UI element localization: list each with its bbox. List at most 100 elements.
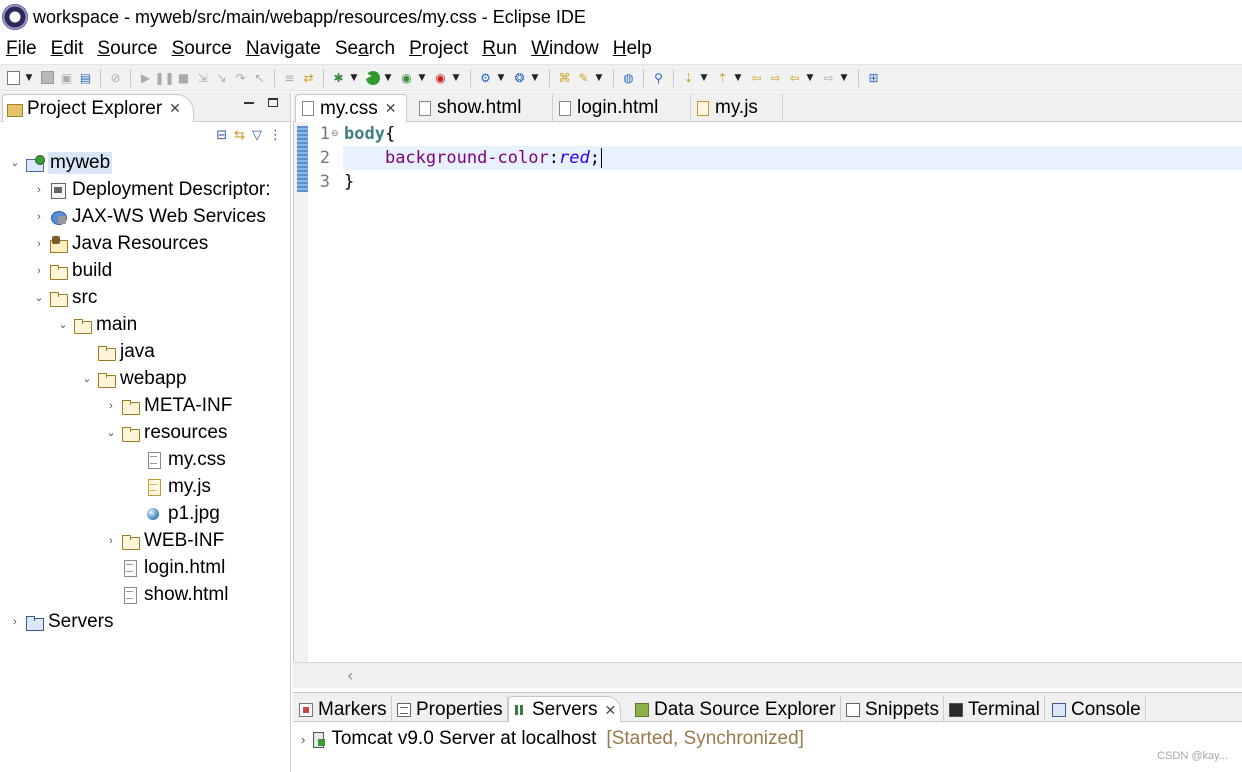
close-icon[interactable]: ✕ [385,100,397,117]
tree-item-src[interactable]: ⌄ src [0,284,290,311]
forward-dropdown-icon[interactable]: ▼ [838,69,850,86]
terminate-icon[interactable]: ■ [175,69,192,86]
chevron-down-icon[interactable]: ⌄ [8,156,22,170]
tree-item-myweb[interactable]: ⌄ myweb [0,149,290,176]
tree-item-jax-ws[interactable]: › JAX-WS Web Services [0,203,290,230]
suspend-icon[interactable]: ❚❚ [154,69,174,86]
previous-annotation-dropdown-icon[interactable]: ▼ [732,69,744,86]
step-return-icon[interactable]: ↖ [251,69,268,86]
step-into-icon[interactable]: ↘ [213,69,230,86]
fold-icon[interactable]: ⊖ [331,122,339,146]
run-dropdown-icon[interactable]: ▼ [382,69,394,86]
menu-project[interactable]: Project [409,38,468,60]
tab-project-explorer[interactable]: Project Explorer ✕ [2,94,194,122]
tab-snippets[interactable]: Snippets [842,696,944,723]
tree-item-web-inf[interactable]: › WEB-INF [0,527,290,554]
menu-window[interactable]: Window [531,38,599,60]
chevron-right-icon[interactable]: › [32,264,46,278]
next-annotation-dropdown-icon[interactable]: ▼ [698,69,710,86]
run-icon[interactable]: ▶ [365,70,380,85]
tree-item-main[interactable]: ⌄ main [0,311,290,338]
step-over-icon[interactable]: ↷ [232,69,249,86]
open-console-icon[interactable]: ▤ [77,69,94,86]
open-task-dropdown-icon[interactable]: ▼ [593,69,605,86]
tree-item-meta-inf[interactable]: › META-INF [0,392,290,419]
browser-icon[interactable]: ◍ [620,69,637,86]
menu-navigate[interactable]: Navigate [246,38,321,60]
chevron-down-icon[interactable]: ⌄ [56,318,70,332]
tree-item-p1-jpg[interactable]: p1.jpg [0,500,290,527]
close-icon[interactable]: ✕ [169,100,181,117]
tab-properties[interactable]: Properties [393,696,508,723]
new-icon[interactable] [5,69,22,86]
tree-item-my-css[interactable]: my.css [0,446,290,473]
tree-item-deployment-descriptor[interactable]: › Deployment Descriptor: [0,176,290,203]
tree-item-webapp[interactable]: ⌄ webapp [0,365,290,392]
tree-item-login-html[interactable]: login.html [0,554,290,581]
tab-markers[interactable]: Markers [295,696,392,723]
close-icon[interactable]: ✕ [604,702,616,719]
tab-my-css[interactable]: my.css ✕ [295,94,407,122]
scroll-left-icon[interactable]: ‹ [347,666,353,685]
chevron-down-icon[interactable]: ⌄ [80,372,94,386]
tab-console[interactable]: Console [1048,696,1146,723]
new-server-dropdown-icon[interactable]: ▼ [495,69,507,86]
menu-search[interactable]: Search [335,38,395,60]
open-perspective-icon[interactable]: ⊞ [865,69,882,86]
menu-file[interactable]: File [6,38,37,60]
tree-item-resources[interactable]: ⌄ resources [0,419,290,446]
chevron-right-icon[interactable]: › [301,732,305,747]
new-web-service-dropdown-icon[interactable]: ▼ [529,69,541,86]
view-menu-icon[interactable]: ⋮ [269,128,282,143]
tab-terminal[interactable]: Terminal [945,696,1045,723]
skip-breakpoints-icon[interactable]: ⊘ [107,69,124,86]
new-web-service-icon[interactable]: ❂ [511,69,528,86]
word-wrap-icon[interactable]: ≡ [281,69,298,86]
tab-login-html[interactable]: login.html [553,94,691,122]
resume-icon[interactable]: ▶ [137,69,154,86]
chevron-down-icon[interactable]: ⌄ [32,291,46,305]
disconnect-icon[interactable]: ⇲ [194,69,211,86]
menu-edit[interactable]: Edit [51,38,84,60]
chevron-right-icon[interactable]: › [32,183,46,197]
tab-my-js[interactable]: my.js [691,94,783,122]
back-icon[interactable]: ⇦ [786,69,803,86]
back-history-icon[interactable]: ⇨ [767,69,784,86]
search-icon[interactable]: ⚲ [650,69,667,86]
server-row[interactable]: › Tomcat v9.0 Server at localhost [Start… [301,727,804,751]
tree-item-my-js[interactable]: my.js [0,473,290,500]
maximize-icon[interactable] [268,98,278,107]
tree-item-java[interactable]: java [0,338,290,365]
save-icon[interactable] [39,69,56,86]
new-dropdown-icon[interactable]: ▼ [23,69,35,86]
collapse-all-icon[interactable]: ⊟ [216,128,227,143]
tab-servers[interactable]: Servers ✕ [508,696,622,723]
tree-item-build[interactable]: › build [0,257,290,284]
horizontal-scrollbar[interactable]: ‹ [293,662,1242,688]
filter-icon[interactable]: ▽ [252,128,262,143]
external-tools-dropdown-icon[interactable]: ▼ [450,69,462,86]
last-edit-location-icon[interactable]: ⇦ [748,69,765,86]
menu-source[interactable]: Source [97,38,157,60]
chevron-down-icon[interactable]: ⌄ [104,426,118,440]
forward-icon[interactable]: ⇨ [820,69,837,86]
coverage-icon[interactable]: ◉ [398,69,415,86]
chevron-right-icon[interactable]: › [8,615,22,629]
tab-data-source-explorer[interactable]: Data Source Explorer [631,696,841,723]
debug-dropdown-icon[interactable]: ▼ [348,69,360,86]
next-annotation-icon[interactable]: ⇣ [680,69,697,86]
tree-item-servers[interactable]: › Servers [0,608,290,635]
chevron-right-icon[interactable]: › [104,399,118,413]
menu-source-2[interactable]: Source [172,38,232,60]
external-tools-icon[interactable]: ◉ [432,69,449,86]
back-dropdown-icon[interactable]: ▼ [804,69,816,86]
new-server-icon[interactable]: ⚙ [477,69,494,86]
previous-annotation-icon[interactable]: ⇡ [714,69,731,86]
open-type-icon[interactable]: ⌘ [556,69,573,86]
coverage-dropdown-icon[interactable]: ▼ [416,69,428,86]
link-with-editor-icon[interactable]: ⇆ [234,128,245,143]
save-all-icon[interactable]: ▣ [58,69,75,86]
chevron-right-icon[interactable]: › [32,237,46,251]
menu-run[interactable]: Run [482,38,517,60]
code-editor[interactable]: 1 ⊖ 2 3 body{ background-color: red; } [293,122,1242,662]
